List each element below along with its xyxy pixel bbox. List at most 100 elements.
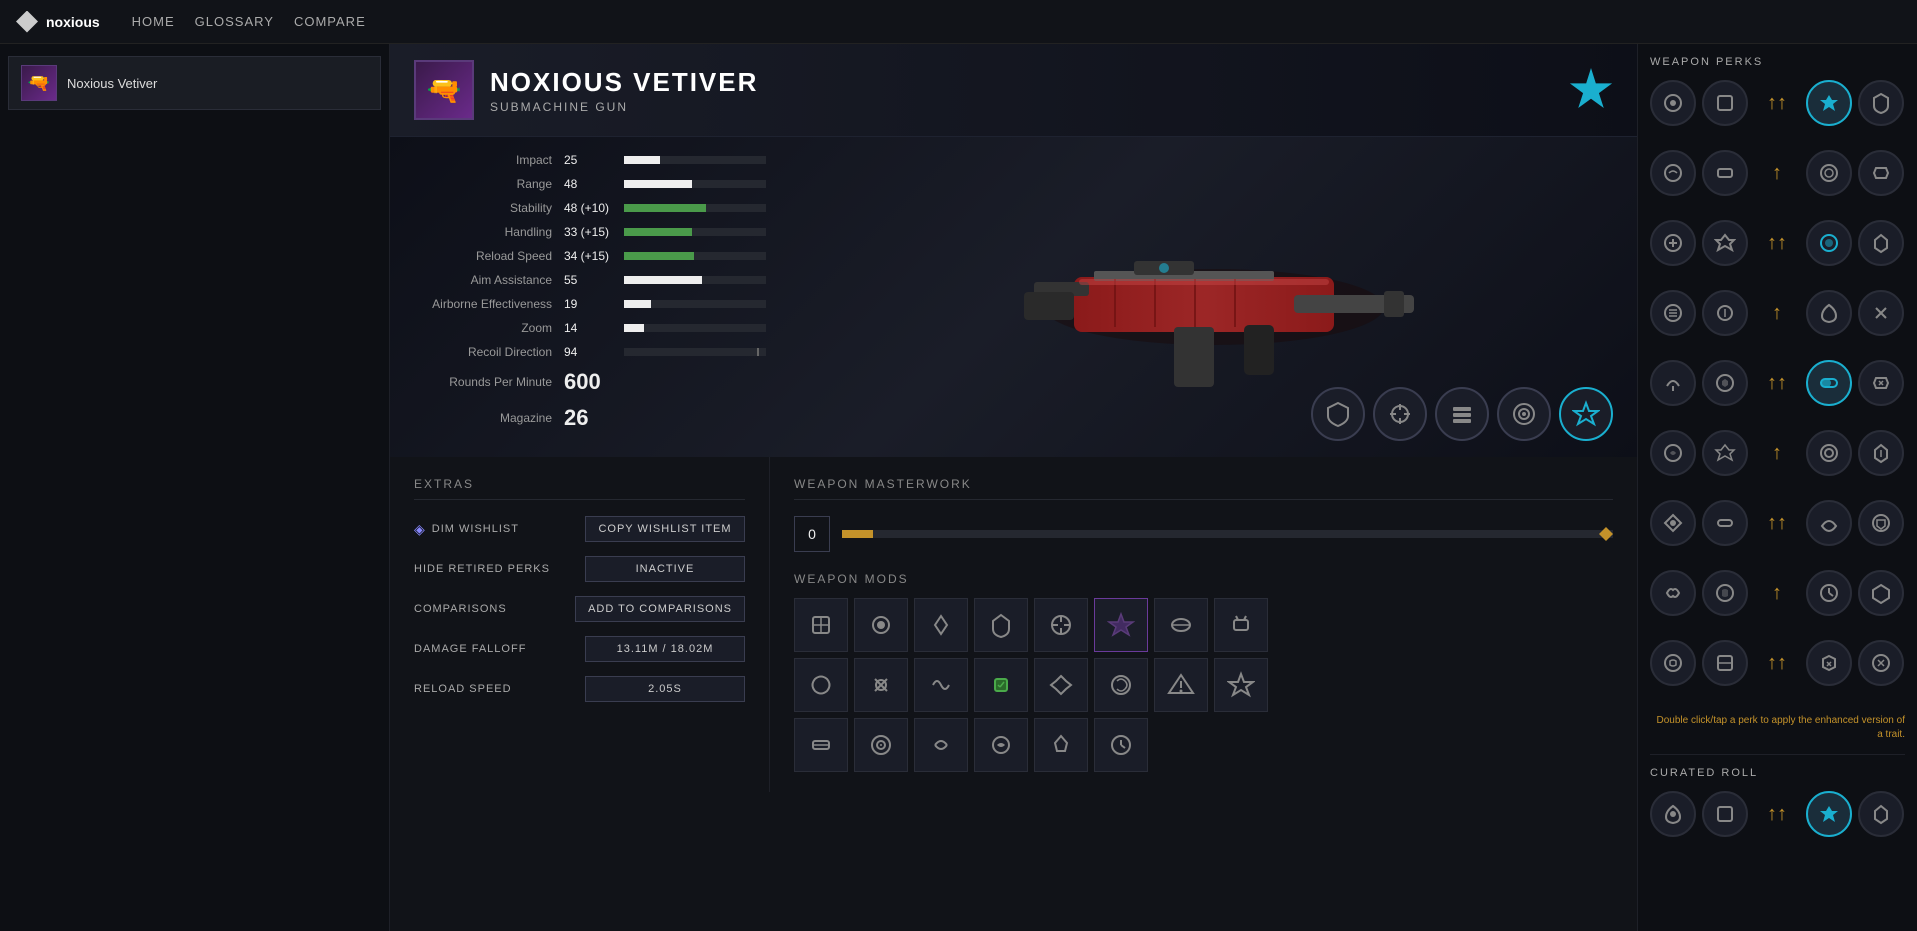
logo-text: noxious <box>46 14 100 30</box>
perk-icon-crosshair[interactable] <box>1373 387 1427 441</box>
perk-5-1[interactable] <box>1650 360 1696 406</box>
stat-val-aim: 55 <box>564 273 624 287</box>
perk-4-arrow: ↑ <box>1754 290 1800 336</box>
perk-8-5[interactable] <box>1858 570 1904 616</box>
perk-1-4[interactable] <box>1806 80 1852 126</box>
perk-1-1[interactable] <box>1650 80 1696 126</box>
extras-damage-label: DAMAGE FALLOFF <box>414 643 526 655</box>
mod-7[interactable] <box>1154 598 1208 652</box>
perk-8-1[interactable] <box>1650 570 1696 616</box>
mod-4[interactable] <box>974 598 1028 652</box>
star-icon[interactable] <box>1569 68 1613 112</box>
perk-6-4[interactable] <box>1806 430 1852 476</box>
perk-icon-armor[interactable] <box>1311 387 1365 441</box>
perk-3-4[interactable] <box>1806 220 1852 266</box>
stat-bar-reload <box>624 252 766 260</box>
mod-17[interactable] <box>794 718 848 772</box>
mod-14[interactable] <box>1094 658 1148 712</box>
add-to-comparisons-button[interactable]: ADD TO COMPARISONS <box>575 596 745 622</box>
sidebar-item-noxious-vetiver[interactable]: 🔫 Noxious Vetiver <box>8 56 381 110</box>
nav-compare[interactable]: COMPARE <box>294 10 366 33</box>
stat-name-stability: Stability <box>414 201 564 215</box>
perk-1-5[interactable] <box>1858 80 1904 126</box>
perk-5-2[interactable] <box>1702 360 1748 406</box>
perk-1-2[interactable] <box>1702 80 1748 126</box>
mod-9[interactable] <box>794 658 848 712</box>
perk-7-2[interactable] <box>1702 500 1748 546</box>
mod-12[interactable] <box>974 658 1028 712</box>
perk-icon-enhanced[interactable] <box>1559 387 1613 441</box>
stat-bar-stability <box>624 204 766 212</box>
perk-2-5[interactable] <box>1858 150 1904 196</box>
perk-8-4[interactable] <box>1806 570 1852 616</box>
perk-2-1[interactable] <box>1650 150 1696 196</box>
curated-perk-5[interactable] <box>1858 791 1904 837</box>
curated-perk-4[interactable] <box>1806 791 1852 837</box>
perk-3-1[interactable] <box>1650 220 1696 266</box>
masterwork-slider[interactable] <box>842 530 1613 538</box>
curated-perk-2[interactable] <box>1702 791 1748 837</box>
perk-2-2[interactable] <box>1702 150 1748 196</box>
weapon-name: NOXIOUS VETIVER <box>490 67 758 98</box>
hide-retired-button[interactable]: INACTIVE <box>585 556 745 582</box>
perk-row-1: ↑↑ <box>1650 80 1905 126</box>
mod-21[interactable] <box>1034 718 1088 772</box>
perk-9-2[interactable] <box>1702 640 1748 686</box>
perk-icon-target[interactable] <box>1497 387 1551 441</box>
stat-val-recoil: 94 <box>564 345 624 359</box>
mod-3[interactable] <box>914 598 968 652</box>
perk-row-8: ↑ <box>1650 570 1905 616</box>
copy-wishlist-button[interactable]: COPY WISHLIST ITEM <box>585 516 745 542</box>
stat-bar-aim <box>624 276 766 284</box>
perk-3-2[interactable] <box>1702 220 1748 266</box>
perk-7-5[interactable] <box>1858 500 1904 546</box>
mod-22[interactable] <box>1094 718 1148 772</box>
mod-5[interactable] <box>1034 598 1088 652</box>
perk-4-2[interactable] <box>1702 290 1748 336</box>
reload-speed-value: 2.05s <box>585 676 745 702</box>
stat-airborne: Airborne Effectiveness 19 <box>414 297 766 311</box>
perk-4-1[interactable] <box>1650 290 1696 336</box>
perk-8-2[interactable] <box>1702 570 1748 616</box>
mod-19[interactable] <box>914 718 968 772</box>
weapon-image-bg <box>790 137 1637 457</box>
nav-home[interactable]: HOME <box>132 10 175 33</box>
mod-15[interactable] <box>1154 658 1208 712</box>
stat-reload: Reload Speed 34 (+15) <box>414 249 766 263</box>
perk-9-5[interactable] <box>1858 640 1904 686</box>
perk-6-2[interactable] <box>1702 430 1748 476</box>
perk-9-1[interactable] <box>1650 640 1696 686</box>
perk-3-arrow: ↑↑ <box>1754 220 1800 266</box>
perk-7-4[interactable] <box>1806 500 1852 546</box>
mod-8[interactable] <box>1214 598 1268 652</box>
mod-11[interactable] <box>914 658 968 712</box>
perk-icon-stack[interactable] <box>1435 387 1489 441</box>
perk-3-5[interactable] <box>1858 220 1904 266</box>
perk-4-5[interactable] <box>1858 290 1904 336</box>
extras-panel: EXTRAS ◈ DIM WISHLIST COPY WISHLIST ITEM… <box>390 457 770 792</box>
mod-1[interactable] <box>794 598 848 652</box>
perk-7-1[interactable] <box>1650 500 1696 546</box>
perk-6-5[interactable] <box>1858 430 1904 476</box>
mod-18[interactable] <box>854 718 908 772</box>
mod-20[interactable] <box>974 718 1028 772</box>
stat-name-impact: Impact <box>414 153 564 167</box>
perk-9-4[interactable] <box>1806 640 1852 686</box>
perk-4-4[interactable] <box>1806 290 1852 336</box>
nav-links: HOME GLOSSARY COMPARE <box>132 10 366 33</box>
curated-perk-1[interactable] <box>1650 791 1696 837</box>
stat-name-handling: Handling <box>414 225 564 239</box>
perk-row-5: ↑↑ <box>1650 360 1905 406</box>
mod-6[interactable] <box>1094 598 1148 652</box>
weapon-title-block: NOXIOUS VETIVER SUBMACHINE GUN <box>490 67 758 114</box>
perk-2-4[interactable] <box>1806 150 1852 196</box>
mod-13[interactable] <box>1034 658 1088 712</box>
mod-10[interactable] <box>854 658 908 712</box>
perk-5-5[interactable] <box>1858 360 1904 406</box>
perk-5-4[interactable] <box>1806 360 1852 406</box>
mod-16[interactable] <box>1214 658 1268 712</box>
mod-2[interactable] <box>854 598 908 652</box>
stat-name-range: Range <box>414 177 564 191</box>
perk-6-1[interactable] <box>1650 430 1696 476</box>
nav-glossary[interactable]: GLOSSARY <box>195 10 274 33</box>
